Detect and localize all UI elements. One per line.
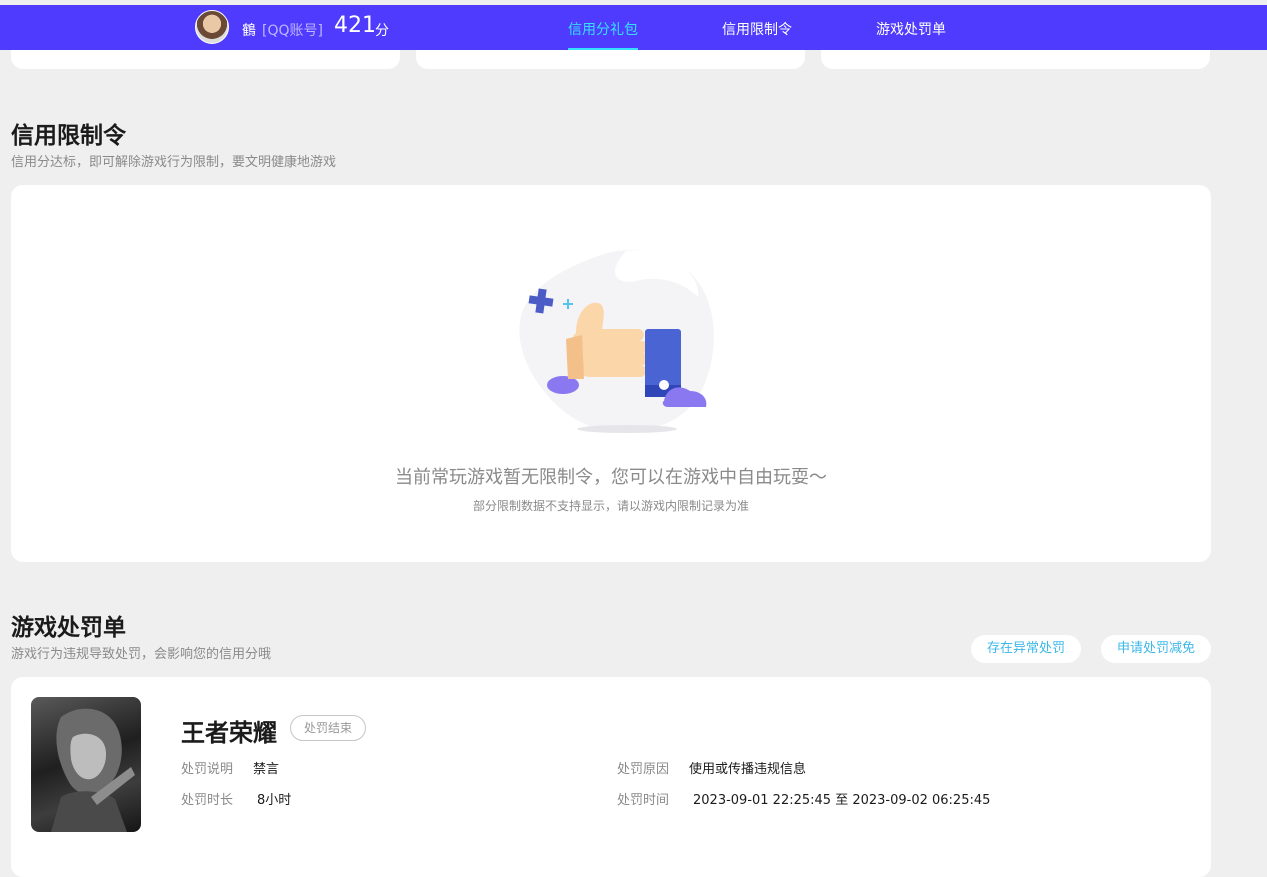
game-title: 王者荣耀 bbox=[181, 719, 277, 747]
punishment-section-title: 游戏处罚单 bbox=[11, 615, 126, 641]
avatar[interactable] bbox=[195, 10, 229, 44]
punishment-reason-label: 处罚原因 bbox=[617, 762, 670, 777]
tab-game-punishment[interactable]: 游戏处罚单 bbox=[876, 19, 946, 39]
restriction-section-title: 信用限制令 bbox=[11, 123, 126, 149]
tab-credit-gift[interactable]: 信用分礼包 bbox=[568, 19, 638, 39]
apply-punishment-reduction-button[interactable]: 申请处罚减免 bbox=[1101, 635, 1211, 663]
punishment-reason-value: 使用或传播违规信息 bbox=[689, 762, 807, 777]
punishment-desc-label: 处罚说明 bbox=[181, 762, 234, 777]
account-type-label: [QQ账号] bbox=[262, 23, 323, 39]
punishment-section-subtitle: 游戏行为违规导致处罚，会影响您的信用分哦 bbox=[11, 647, 272, 662]
tab-credit-restriction[interactable]: 信用限制令 bbox=[722, 19, 792, 39]
empty-state-message: 当前常玩游戏暂无限制令，您可以在游戏中自由玩耍～ bbox=[395, 467, 827, 488]
thumbs-up-icon bbox=[519, 250, 714, 433]
score-unit: 分 bbox=[375, 23, 389, 39]
status-badge: 处罚结束 bbox=[290, 715, 367, 741]
gift-card[interactable] bbox=[416, 50, 805, 69]
punishment-card[interactable]: 王者荣耀 处罚结束 处罚说明 禁言 处罚时长 8小时 处罚原因 使用或传播违规信… bbox=[11, 677, 1211, 877]
empty-state-note: 部分限制数据不支持显示，请以游戏内限制记录为准 bbox=[472, 499, 749, 513]
punishment-time-label: 处罚时间 bbox=[617, 793, 670, 808]
punishment-duration-label: 处罚时长 bbox=[181, 793, 234, 808]
game-cover-image bbox=[31, 697, 141, 832]
punishment-desc-value: 禁言 bbox=[253, 762, 280, 777]
credit-score: 421 bbox=[334, 13, 376, 38]
punishment-duration-value: 8小时 bbox=[257, 793, 292, 808]
gift-card[interactable] bbox=[11, 50, 400, 69]
gift-card[interactable] bbox=[821, 50, 1210, 69]
restriction-empty-panel: 当前常玩游戏暂无限制令，您可以在游戏中自由玩耍～ 部分限制数据不支持显示，请以游… bbox=[11, 185, 1211, 562]
report-abnormal-punishment-button[interactable]: 存在异常处罚 bbox=[971, 635, 1081, 663]
top-nav-bar: 鶴 [QQ账号] 421 分 信用分礼包 信用限制令 游戏处罚单 bbox=[0, 5, 1267, 51]
user-name: 鶴 bbox=[242, 23, 256, 39]
punishment-time-value: 2023-09-01 22:25:45 至 2023-09-02 06:25:4… bbox=[693, 793, 991, 808]
restriction-section-subtitle: 信用分达标，即可解除游戏行为限制，要文明健康地游戏 bbox=[11, 155, 337, 170]
